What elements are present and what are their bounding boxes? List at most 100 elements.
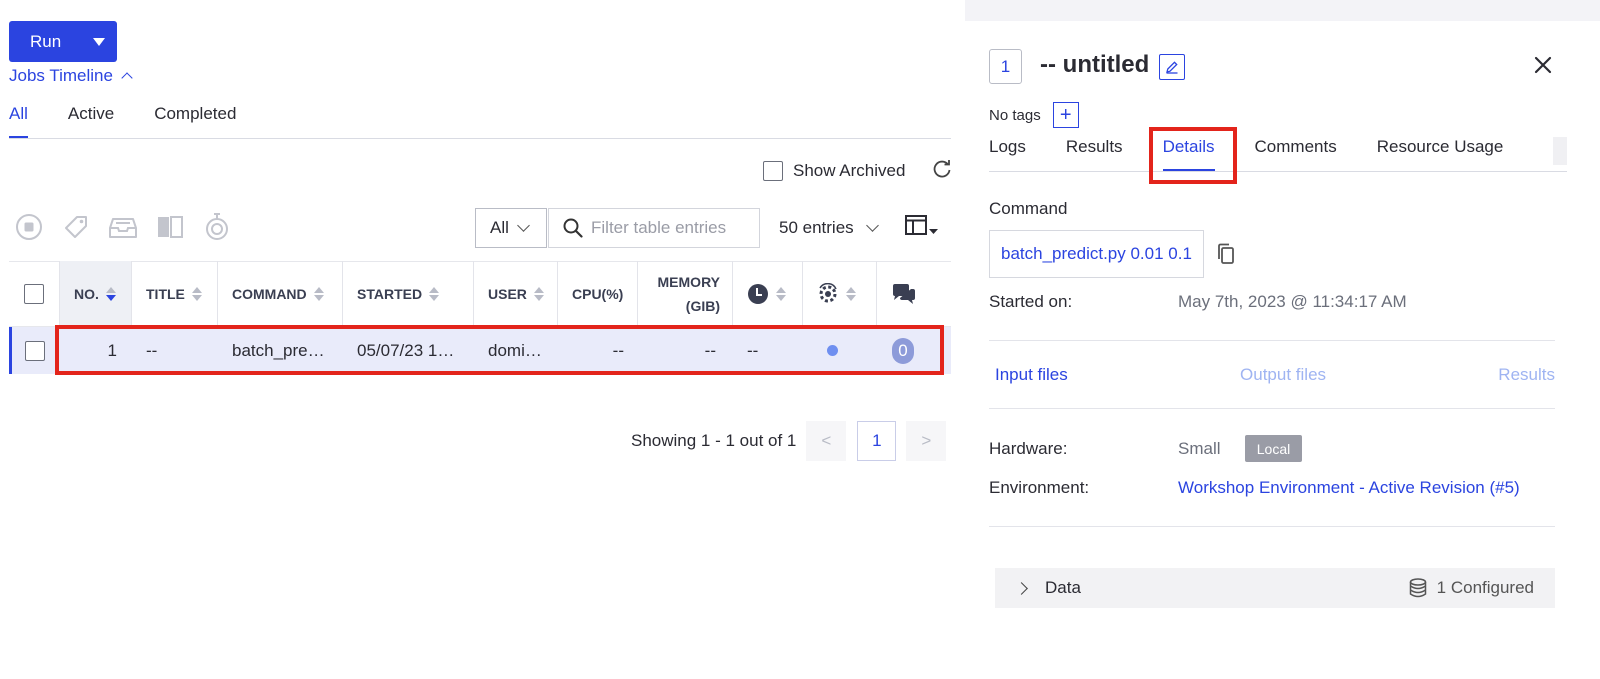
tab-results[interactable]: Results: [1066, 137, 1123, 171]
stop-icon[interactable]: [14, 212, 44, 242]
run-button-label: Run: [30, 31, 62, 51]
row-select-cell: [12, 327, 60, 374]
col-status-header[interactable]: [803, 261, 877, 327]
database-icon: [1409, 578, 1426, 598]
job-title: -- untitled: [1040, 51, 1150, 78]
tab-active[interactable]: Active: [68, 104, 114, 138]
sort-icon: [429, 287, 440, 301]
refresh-icon[interactable]: [931, 158, 953, 180]
hardware-label: Hardware:: [989, 439, 1068, 458]
chevron-up-icon: [121, 72, 133, 84]
column-settings-button[interactable]: [905, 215, 938, 235]
status-gear-icon: [819, 283, 837, 303]
col-number-label: NO.: [74, 286, 99, 302]
command-value[interactable]: batch_predict.py 0.01 0.1: [989, 230, 1204, 278]
select-all-checkbox[interactable]: [24, 284, 44, 304]
started-label: Started on:: [989, 292, 1073, 311]
sort-icon: [191, 287, 202, 301]
tab-all[interactable]: All: [9, 104, 28, 138]
sort-icon: [533, 287, 544, 301]
sort-icon: [313, 287, 324, 301]
sort-icon: [105, 287, 116, 301]
environment-link[interactable]: Workshop Environment - Active Revision (…: [1178, 478, 1520, 498]
status-filter-value: All: [490, 218, 509, 237]
output-files-link[interactable]: Output files: [1240, 365, 1326, 385]
sort-icon: [846, 287, 856, 301]
data-configured-count: 1 Configured: [1436, 578, 1534, 597]
show-archived-checkbox[interactable]: [763, 161, 783, 181]
columns-icon: [905, 215, 927, 235]
tab-logs[interactable]: Logs: [989, 137, 1026, 171]
tabs-scroll-fade: [1553, 137, 1567, 165]
details-tab-highlight-box: [1149, 127, 1237, 184]
filter-search-box[interactable]: [548, 208, 760, 248]
col-user-header[interactable]: USER: [474, 261, 558, 327]
compare-icon[interactable]: [155, 212, 185, 242]
pagination-summary: Showing 1 - 1 out of 1: [631, 431, 797, 450]
show-archived-toggle[interactable]: Show Archived: [763, 161, 905, 181]
tab-completed[interactable]: Completed: [154, 104, 236, 138]
divider: [989, 526, 1555, 527]
next-page-button[interactable]: >: [906, 421, 947, 461]
filter-search-input[interactable]: [591, 218, 751, 238]
data-configured-info: 1 Configured: [1409, 578, 1534, 598]
add-tag-button[interactable]: +: [1052, 102, 1079, 128]
tags-label: No tags: [989, 106, 1041, 124]
col-cpu-header: CPU(%): [558, 261, 638, 327]
chevron-right-icon: [1015, 581, 1028, 595]
tab-resource-usage[interactable]: Resource Usage: [1377, 137, 1504, 171]
entries-label: 50 entries: [779, 218, 854, 237]
col-title-label: TITLE: [146, 286, 185, 302]
jobs-list-pane: Run Jobs Timeline All Active Completed S…: [0, 0, 965, 679]
hardware-local-badge: Local: [1245, 435, 1302, 462]
row-checkbox[interactable]: [25, 340, 45, 361]
data-section-label: Data: [1045, 578, 1081, 597]
job-details-pane: 1 -- untitled No tags + Logs Results Det…: [964, 21, 1600, 679]
col-memory-label: MEMORY: [657, 274, 720, 290]
caret-down-icon[interactable]: [93, 37, 105, 46]
reproduce-icon[interactable]: [202, 212, 232, 242]
chevron-down-icon: [865, 219, 879, 232]
tag-icon[interactable]: [61, 212, 91, 242]
edit-title-button[interactable]: [1159, 54, 1185, 80]
caret-down-icon: [929, 229, 938, 234]
command-label: Command: [989, 199, 1068, 218]
col-number-header[interactable]: NO.: [60, 261, 132, 327]
copy-icon[interactable]: [1216, 243, 1236, 265]
chevron-down-icon: [517, 219, 530, 232]
environment-label: Environment:: [989, 478, 1090, 497]
input-files-link[interactable]: Input files: [995, 365, 1068, 385]
table-header: NO. TITLE COMMAND STARTED USER CPU(%) ME…: [9, 261, 951, 327]
run-button[interactable]: Run: [9, 21, 117, 62]
col-started-label: STARTED: [357, 286, 423, 302]
tags-row: No tags +: [989, 102, 1079, 128]
pagination: Showing 1 - 1 out of 1 < 1 >: [631, 421, 947, 461]
col-user-label: USER: [488, 286, 527, 302]
status-filter-select[interactable]: All: [475, 208, 547, 248]
col-started-header[interactable]: STARTED: [343, 261, 474, 327]
jobs-timeline-toggle[interactable]: Jobs Timeline: [9, 66, 133, 86]
search-icon: [563, 218, 583, 238]
pencil-icon: [1166, 61, 1178, 74]
col-comments-header: [877, 261, 937, 327]
job-number-badge: 1: [989, 49, 1022, 84]
entries-per-page-select[interactable]: 50 entries: [779, 218, 879, 238]
sort-icon: [776, 287, 786, 301]
col-duration-header[interactable]: [733, 261, 803, 327]
jobs-status-tabs: All Active Completed: [9, 104, 951, 139]
col-cpu-label: CPU(%): [572, 286, 624, 302]
divider: [989, 340, 1555, 341]
divider: [989, 408, 1555, 409]
tab-comments[interactable]: Comments: [1255, 137, 1337, 171]
page-1-button[interactable]: 1: [857, 421, 897, 461]
col-memory-header: MEMORY (GIB): [638, 261, 733, 327]
archive-icon[interactable]: [108, 212, 138, 242]
close-icon[interactable]: [1532, 54, 1554, 76]
results-link[interactable]: Results: [1498, 365, 1555, 385]
jobs-timeline-label: Jobs Timeline: [9, 66, 113, 85]
prev-page-button[interactable]: <: [806, 421, 847, 461]
col-title-header[interactable]: TITLE: [132, 261, 218, 327]
data-section-toggle[interactable]: Data 1 Configured: [995, 568, 1555, 608]
col-command-header[interactable]: COMMAND: [218, 261, 343, 327]
bulk-action-toolbar: [14, 212, 232, 242]
